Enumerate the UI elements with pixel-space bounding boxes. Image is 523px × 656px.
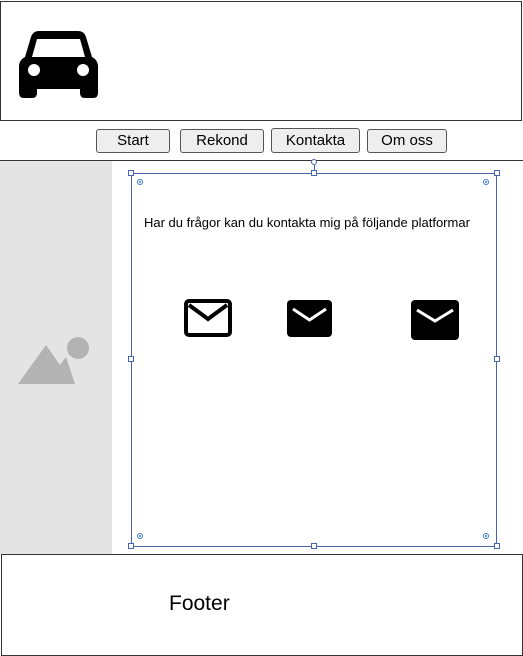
contact-text: Har du frågor kan du kontakta mig på föl…: [144, 215, 470, 230]
rotate-handle-line: [314, 165, 315, 171]
resize-handle[interactable]: [494, 543, 500, 549]
anchor-point[interactable]: [483, 533, 489, 539]
mail-icon[interactable]: [411, 300, 459, 340]
nav-rekond-button[interactable]: Rekond: [180, 129, 264, 153]
resize-handle[interactable]: [494, 356, 500, 362]
car-icon: [19, 31, 98, 98]
resize-handle[interactable]: [128, 356, 134, 362]
image-placeholder-icon: [18, 337, 89, 384]
anchor-point[interactable]: [137, 533, 143, 539]
nav-start-button[interactable]: Start: [96, 129, 170, 153]
resize-handle[interactable]: [128, 543, 134, 549]
resize-handle[interactable]: [311, 543, 317, 549]
anchor-point[interactable]: [137, 179, 143, 185]
mail-icon[interactable]: [287, 300, 332, 337]
resize-handle[interactable]: [128, 170, 134, 176]
resize-handle[interactable]: [494, 170, 500, 176]
nav-om-oss-button[interactable]: Om oss: [367, 129, 447, 153]
mail-outline-icon[interactable]: [184, 299, 232, 337]
footer: [1, 554, 523, 656]
header: [0, 1, 522, 121]
anchor-point[interactable]: [483, 179, 489, 185]
nav-kontakta-button[interactable]: Kontakta: [271, 128, 360, 153]
footer-label: Footer: [169, 592, 230, 615]
